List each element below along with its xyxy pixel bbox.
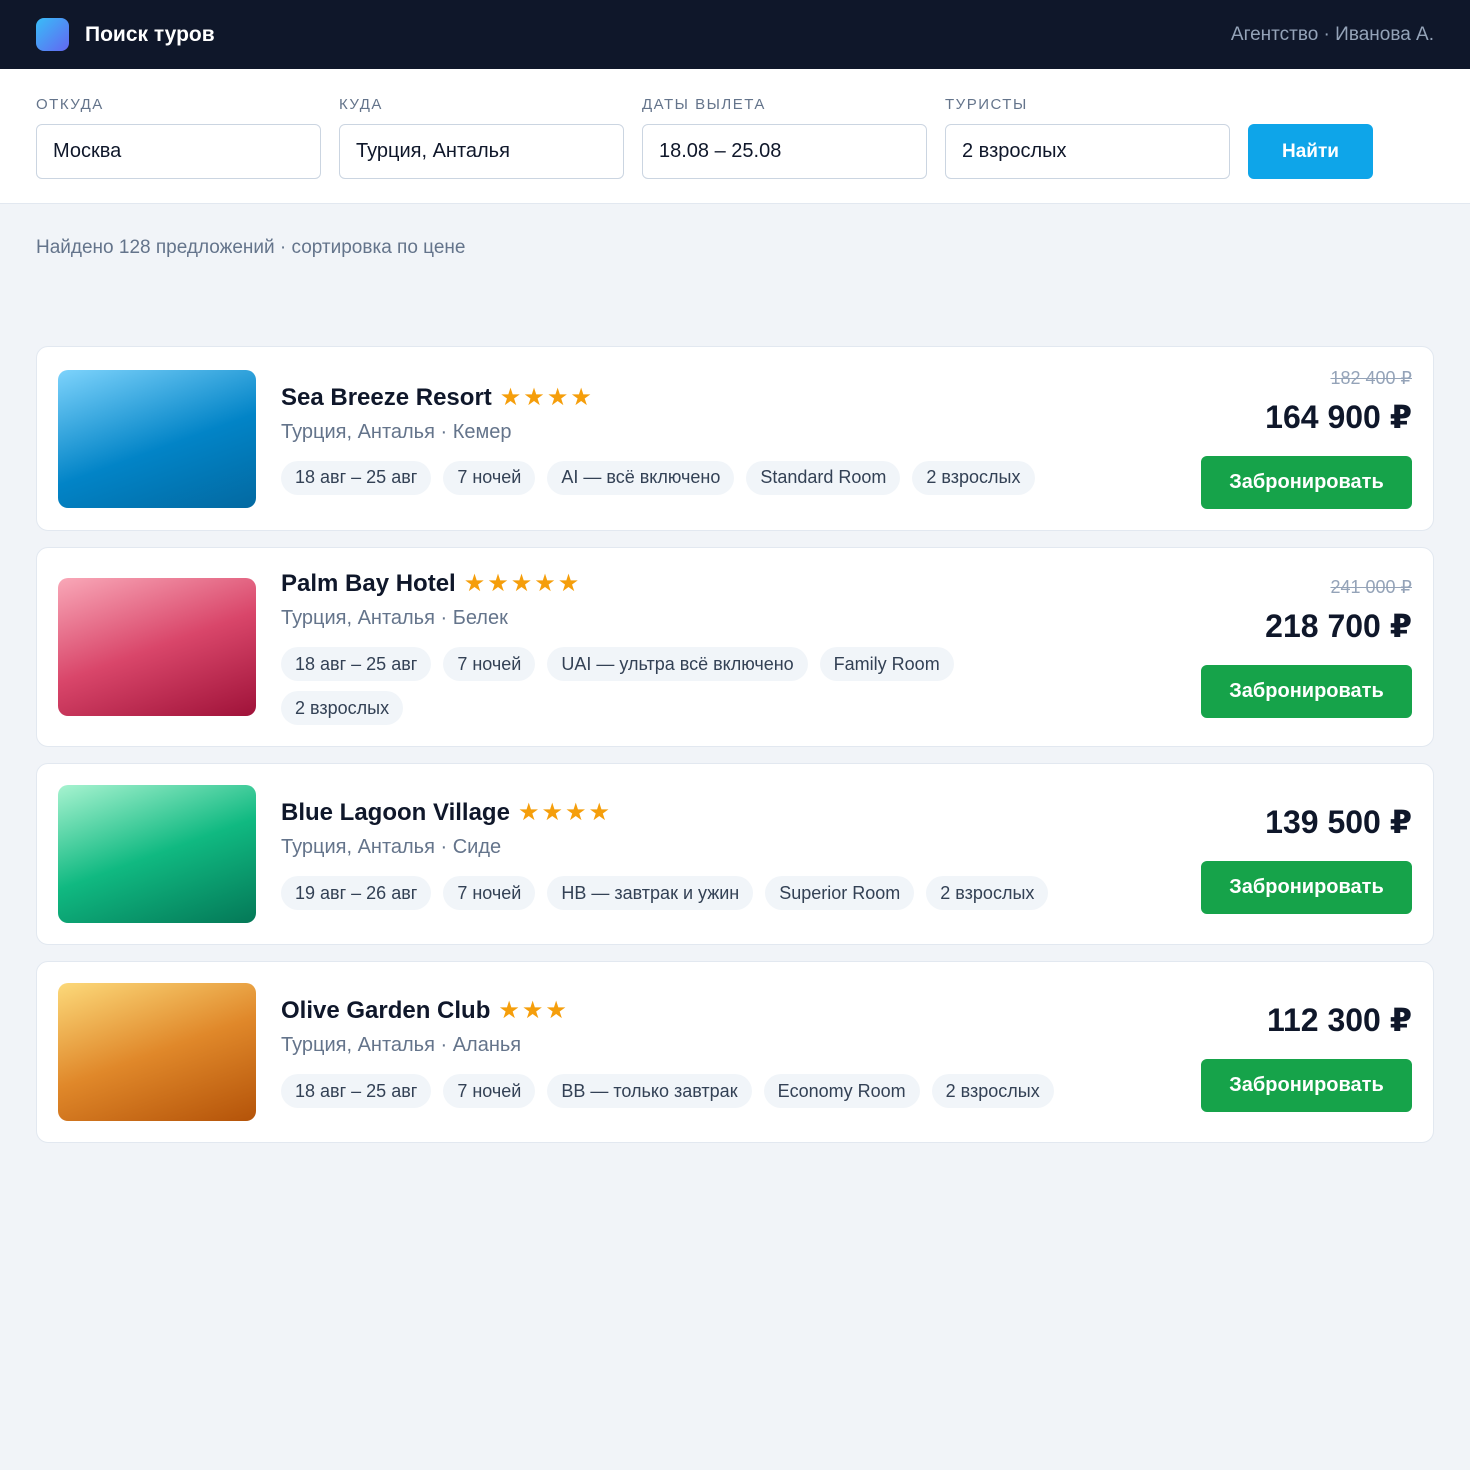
tourists-field: ТУРИСТЫ 2 взрослых [945,96,1230,179]
hotel-location: Турция, Анталья · Белек [281,607,508,629]
hotel-photo[interactable] [58,369,256,508]
tag-nights: 7 ночей [443,1074,536,1108]
old-price: 182 400 ₽ [1330,368,1412,388]
app-logo-icon [36,18,69,51]
price: 164 900 ₽ [1265,399,1412,435]
dates-field: ДАТЫ ВЫЛЕТА 18.08 – 25.08 [642,96,927,179]
offer-tags: 19 авг – 26 авг 7 ночей HB — завтрак и у… [281,876,1181,910]
tag-nights: 7 ночей [443,460,536,495]
star-icon: ★ [546,383,569,411]
hotel-stars: ★ ★ ★ ★ [499,383,592,411]
hotel-stars: ★ ★ ★ ★ ★ [464,572,580,596]
star-icon: ★ [463,570,486,597]
hotel-photo[interactable] [58,785,256,923]
hotel-name[interactable]: Blue Lagoon Village [281,799,510,827]
search-bar: ОТКУДА Москва КУДА Турция, Анталья ДАТЫ … [0,69,1470,204]
offer-card: Palm Bay Hotel ★ ★ ★ ★ ★ Турция, Анталья · Б… [36,547,1434,747]
hotel-stars: ★ ★ ★ [498,999,567,1023]
from-field: ОТКУДА Москва [36,96,321,179]
from-input[interactable]: Москва [36,124,321,179]
hotel-location: Турция, Анталья · Сиде [281,836,502,858]
hotel-name[interactable]: Palm Bay Hotel [281,570,456,598]
star-icon: ★ [498,997,520,1024]
book-button[interactable]: Забронировать [1201,860,1412,914]
star-icon: ★ [545,997,567,1024]
hotel-photo[interactable] [58,578,256,716]
tag-guests: 2 взрослых [931,1074,1054,1108]
tag-meal: BB — только завтрак [547,1074,752,1108]
brand: Поиск туров [36,18,215,51]
offer-info: Palm Bay Hotel ★ ★ ★ ★ ★ Турция, Анталья · Б… [256,569,1192,725]
from-label: ОТКУДА [36,96,104,113]
star-icon: ★ [588,799,610,826]
tourists-label: ТУРИСТЫ [945,96,1028,113]
offer-tags: 18 авг – 25 авг 7 ночей BB — только завт… [281,1074,1181,1108]
book-button[interactable]: Забронировать [1201,1058,1412,1112]
star-icon: ★ [517,799,540,826]
agent-account[interactable]: Агентство · Иванова А. [1231,24,1434,46]
dates-label: ДАТЫ ВЫЛЕТА [642,96,766,113]
price: 112 300 ₽ [1266,1001,1412,1038]
offer-card: Blue Lagoon Village ★ ★ ★ ★ Турция, Анталья… [36,763,1434,945]
dates-input[interactable]: 18.08 – 25.08 [642,124,927,179]
star-icon: ★ [534,570,556,597]
tag-meal: HB — завтрак и ужин [547,876,754,910]
star-icon: ★ [570,383,592,411]
top-bar: Поиск туров Агентство · Иванова А. [0,0,1470,69]
tag-nights: 7 ночей [443,647,536,681]
tag-room: Economy Room [763,1074,920,1108]
tag-room: Superior Room [765,876,915,910]
to-field: КУДА Турция, Анталья [339,96,624,179]
star-icon: ★ [521,997,544,1024]
star-icon: ★ [510,570,533,597]
star-icon: ★ [487,570,509,597]
results-summary: Найдено 128 предложений · сортировка по … [36,237,466,258]
tag-guests: 2 взрослых [281,691,404,725]
price-block: 241 000 ₽ 218 700 ₽ Забронировать [1192,577,1412,718]
to-input[interactable]: Турция, Анталья [339,124,624,179]
book-button[interactable]: Забронировать [1201,456,1412,509]
price-block: 112 300 ₽ Забронировать [1192,993,1412,1112]
star-icon: ★ [557,570,580,597]
tag-room: Standard Room [746,460,901,495]
tag-room: Family Room [819,647,954,681]
price: 218 700 ₽ [1265,607,1412,644]
offer-tags: 18 авг – 25 авг 7 ночей AI — всё включен… [281,460,1181,495]
tag-guests: 2 взрослых [926,876,1049,910]
hotel-stars: ★ ★ ★ ★ [518,801,610,825]
hotel-location: Турция, Анталья · Аланья [281,1034,522,1056]
star-icon: ★ [523,383,545,411]
star-icon: ★ [564,799,587,826]
tag-dates: 19 авг – 26 авг [281,876,432,910]
old-price: 241 000 ₽ [1330,576,1412,597]
find-button[interactable]: Найти [1248,124,1373,179]
tag-nights: 7 ночей [443,876,536,910]
tourists-input[interactable]: 2 взрослых [945,124,1230,179]
offer-list: Sea Breeze Resort ★ ★ ★ ★ Турция, Анталья ·… [0,346,1470,1143]
hotel-photo[interactable] [58,983,256,1121]
hotel-name[interactable]: Olive Garden Club [281,997,490,1025]
offer-tags: 18 авг – 25 авг 7 ночей UAI — ультра всё… [281,647,981,725]
tag-dates: 18 авг – 25 авг [281,460,432,495]
offer-card: Olive Garden Club ★ ★ ★ Турция, Анталья · … [36,961,1434,1143]
offer-info: Sea Breeze Resort ★ ★ ★ ★ Турция, Анталья ·… [256,383,1192,495]
tag-meal: AI — всё включено [547,460,735,495]
price-block: 182 400 ₽ 164 900 ₽ Забронировать [1192,368,1412,509]
tag-meal: UAI — ультра всё включено [547,647,808,681]
offer-card: Sea Breeze Resort ★ ★ ★ ★ Турция, Анталья ·… [36,346,1434,531]
app-title: Поиск туров [85,22,215,46]
to-label: КУДА [339,96,383,113]
price-block: 139 500 ₽ Забронировать [1192,795,1412,914]
offer-info: Olive Garden Club ★ ★ ★ Турция, Анталья · … [256,996,1192,1108]
book-button[interactable]: Забронировать [1201,664,1412,718]
offer-info: Blue Lagoon Village ★ ★ ★ ★ Турция, Анталья… [256,798,1192,910]
tag-guests: 2 взрослых [912,460,1035,495]
price: 139 500 ₽ [1265,803,1412,840]
hotel-location: Турция, Анталья · Кемер [281,420,512,443]
tag-dates: 18 авг – 25 авг [281,1074,432,1108]
hotel-name[interactable]: Sea Breeze Resort [281,384,492,412]
star-icon: ★ [541,799,563,826]
star-icon: ★ [499,383,522,411]
tag-dates: 18 авг – 25 авг [281,647,432,681]
